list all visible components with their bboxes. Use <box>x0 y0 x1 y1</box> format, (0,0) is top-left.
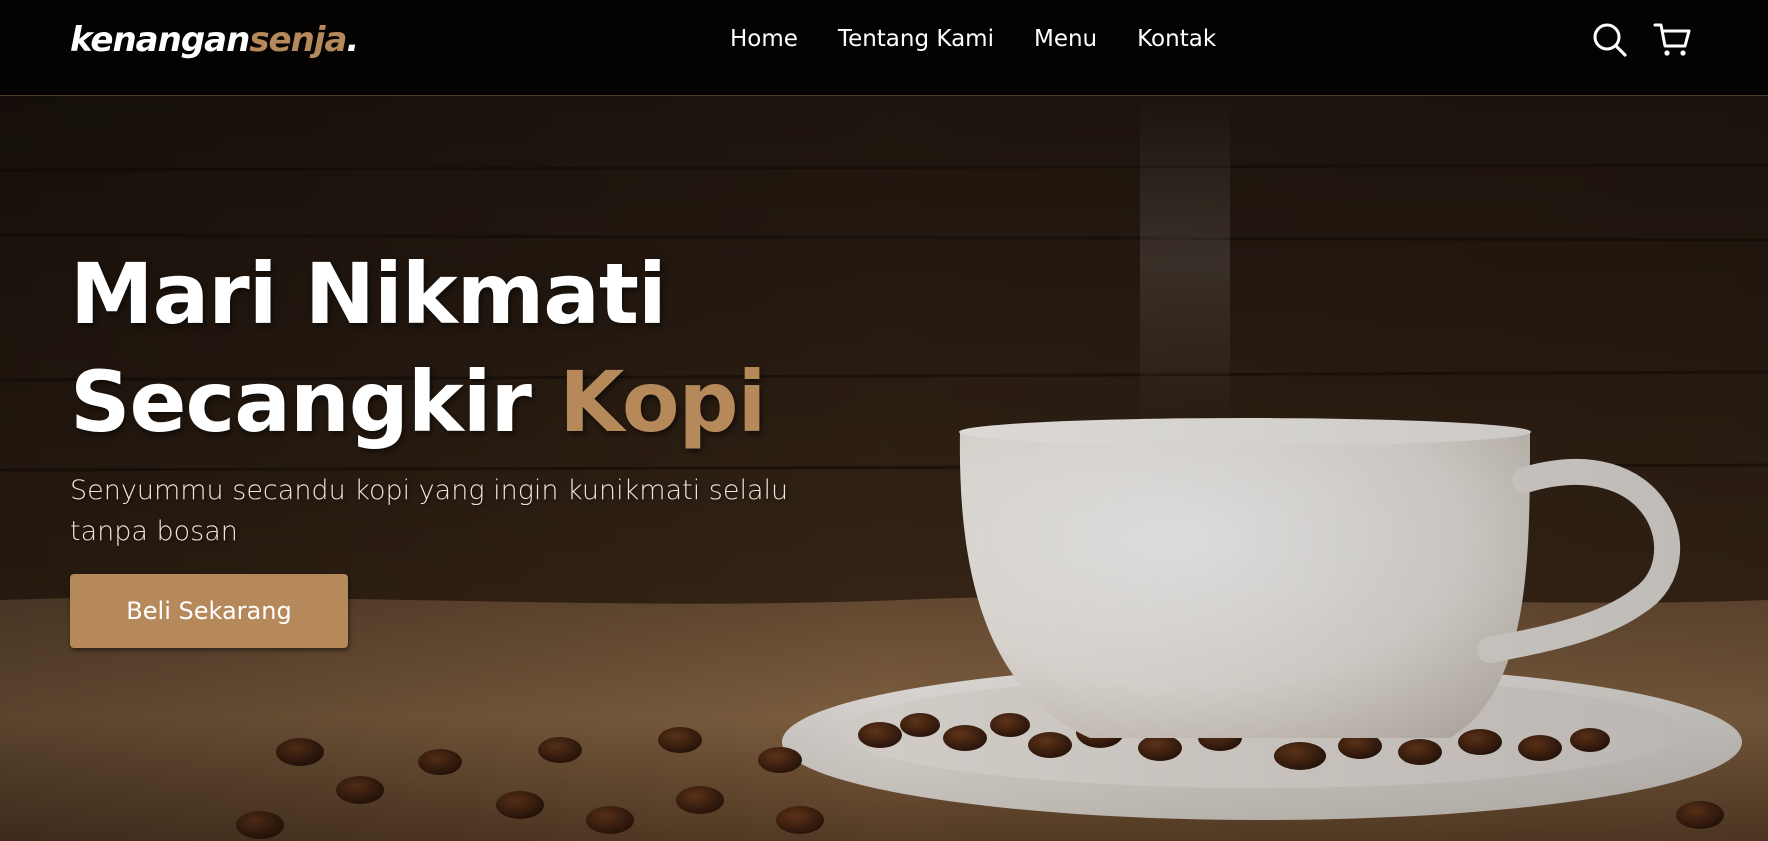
hero-section: Mari Nikmati Secangkir Kopi Senyummu sec… <box>70 240 830 648</box>
brand-logo[interactable]: kenangansenja. <box>70 20 359 60</box>
hero-title-line2-main: Secangkir <box>70 353 532 451</box>
logo-dot: . <box>346 20 359 60</box>
search-icon[interactable] <box>1590 20 1630 60</box>
hero-title: Mari Nikmati Secangkir Kopi <box>70 240 830 456</box>
logo-accent-text: senja <box>249 20 347 60</box>
hero-subtitle: Senyummu secandu kopi yang ingin kunikma… <box>70 475 789 547</box>
nav-link-kontak[interactable]: Kontak <box>1137 22 1216 56</box>
landing-page: kenangansenja. Home Tentang Kami Menu Ko… <box>0 0 1768 841</box>
nav-links: Home Tentang Kami Menu Kontak <box>730 22 1216 56</box>
top-navbar: kenangansenja. Home Tentang Kami Menu Ko… <box>0 0 1768 96</box>
hero-title-accent: Kopi <box>559 353 766 451</box>
logo-main-text: kenangan <box>70 20 250 60</box>
shopping-cart-icon[interactable] <box>1652 20 1692 60</box>
nav-icons <box>1590 20 1692 60</box>
hero-title-line1: Mari Nikmati <box>70 245 667 343</box>
nav-link-menu[interactable]: Menu <box>1034 22 1097 56</box>
nav-link-tentang-kami[interactable]: Tentang Kami <box>838 22 994 56</box>
nav-link-home[interactable]: Home <box>730 22 798 56</box>
buy-now-button[interactable]: Beli Sekarang <box>70 574 348 648</box>
